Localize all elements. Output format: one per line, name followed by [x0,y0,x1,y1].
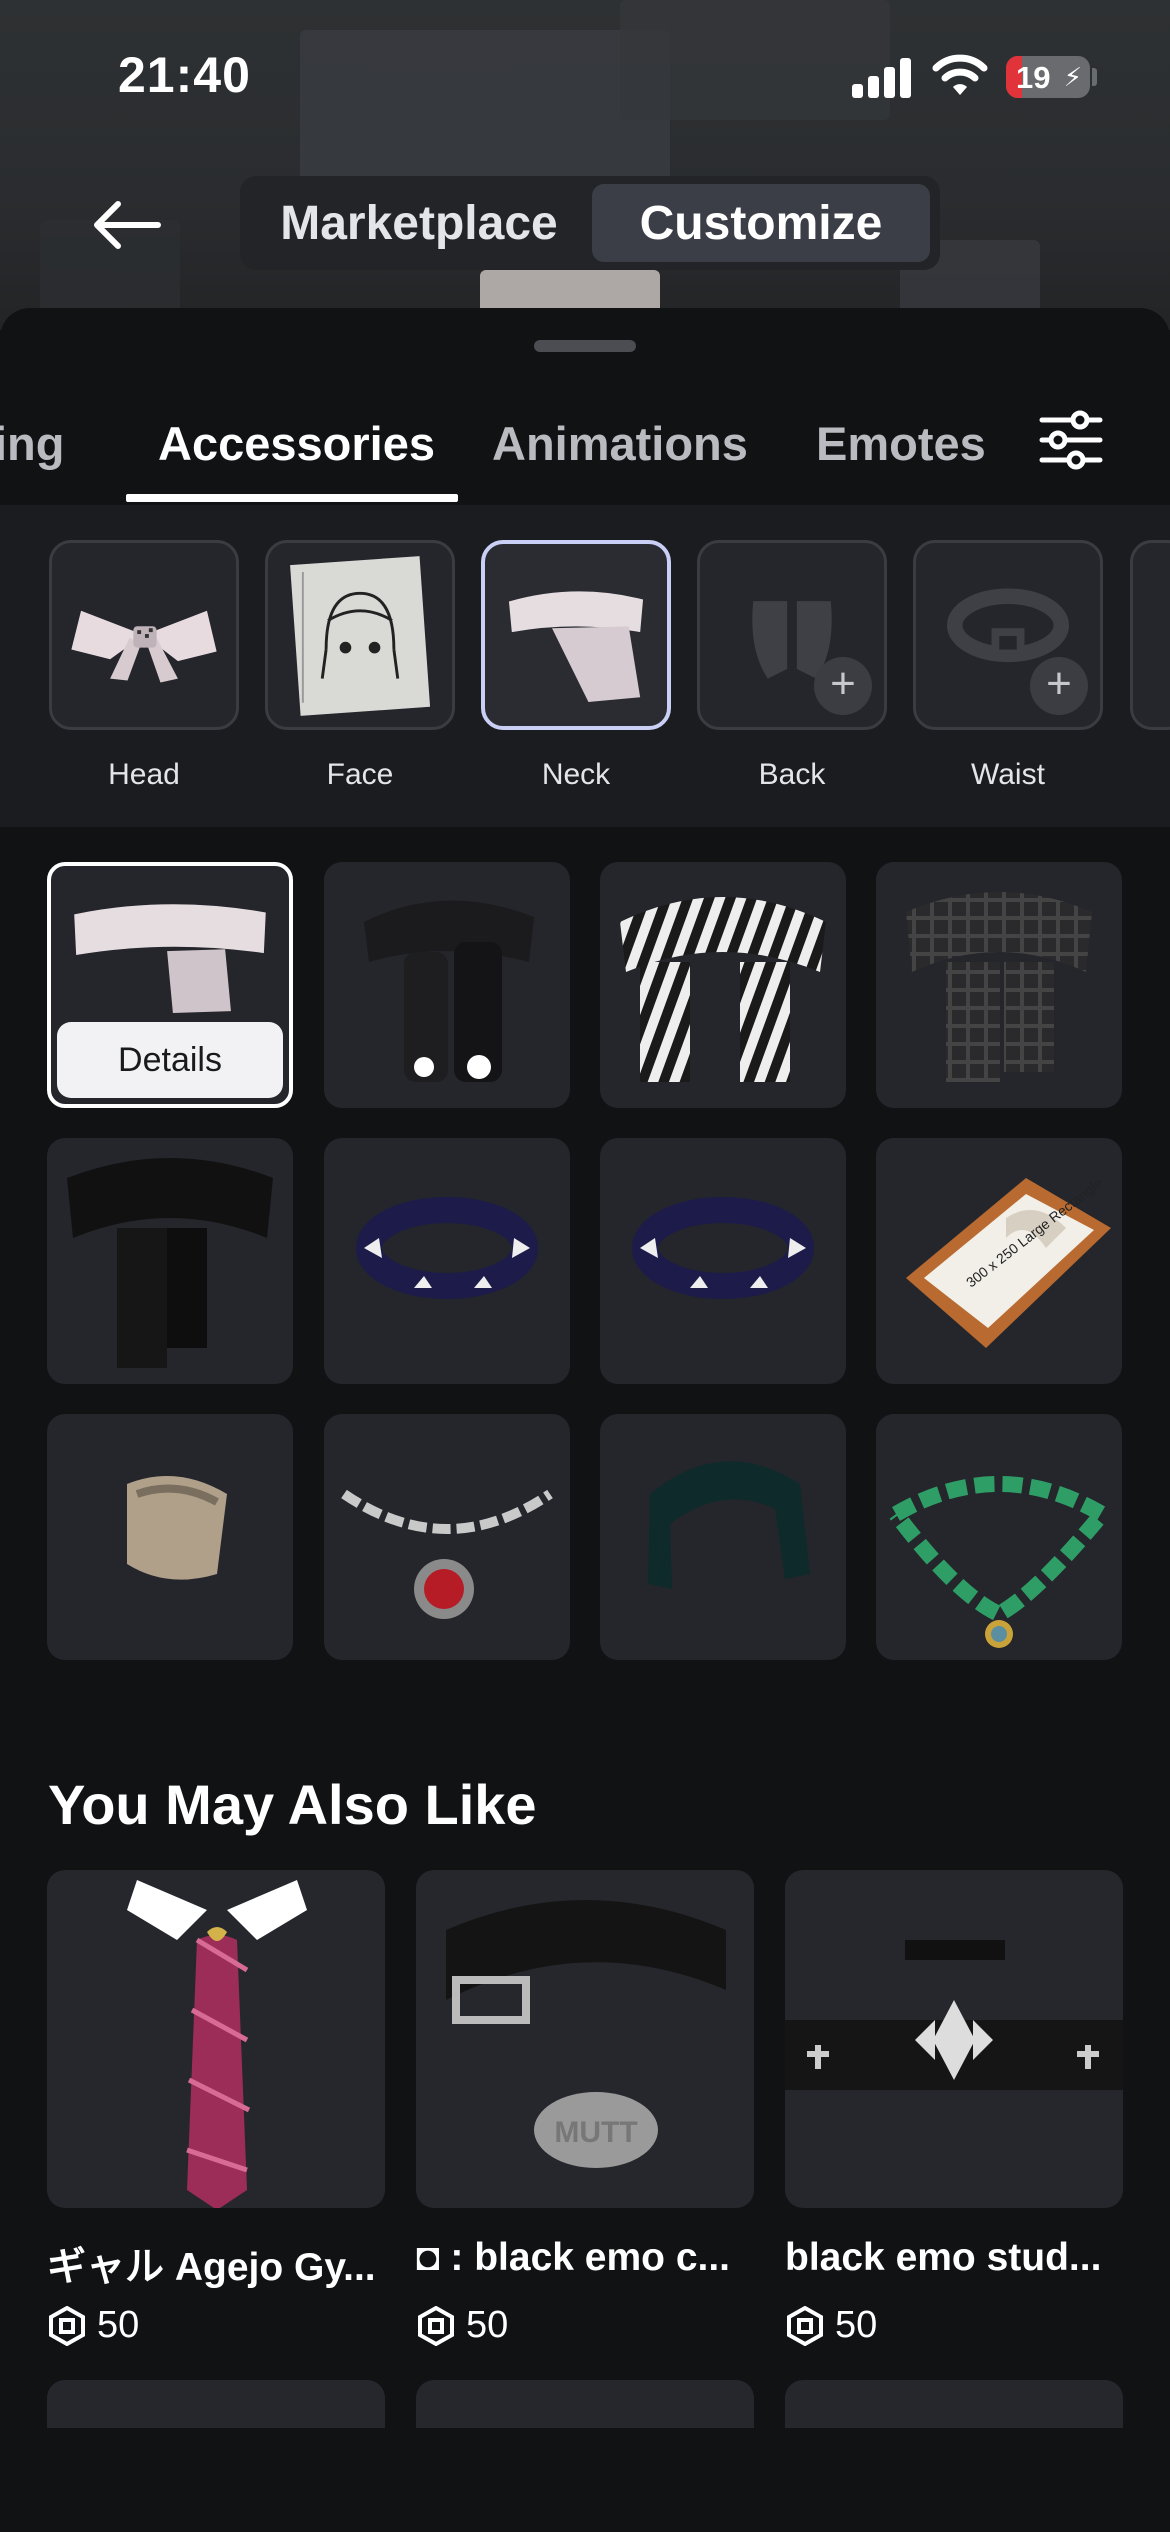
item-thumbnail [620,897,826,1082]
slot-label-face: Face [326,758,394,791]
segment-marketplace[interactable]: Marketplace [250,184,588,262]
neck-sleeve-icon [508,591,644,703]
sheet-drag-handle[interactable] [534,340,636,352]
tab-clothing-partial[interactable]: ing [0,416,64,471]
rec-price: 50 [416,2304,508,2347]
slot-face[interactable] [265,540,455,730]
item-thumbnail [356,1197,538,1299]
status-time: 21:40 [118,47,251,103]
rec-price-value: 50 [835,2304,878,2346]
add-plus-icon: + [1030,657,1088,715]
item-thumbnail [906,892,1092,1082]
rec-name[interactable]: black emo stud... [785,2236,1125,2280]
slot-head[interactable] [49,540,239,730]
item-large-rectangle-frame[interactable]: 300 x 250 Large Rectangle [876,1138,1122,1384]
bottom-safe-area [0,2428,1170,2532]
rec-price-value: 50 [97,2304,140,2346]
robux-icon [787,2305,823,2346]
slot-waist[interactable]: + [913,540,1103,730]
add-plus-icon: + [814,657,872,715]
rec-item-emo-collar[interactable]: MUTT [416,1870,754,2208]
status-bar: 21:40 19 ⚡ [0,0,1170,150]
cellular-signal-icon [852,58,914,98]
tab-emotes[interactable]: Emotes [816,416,986,471]
charging-bolt-icon: ⚡ [1063,62,1082,92]
rec-price: 50 [47,2304,139,2347]
item-chain-necklace[interactable] [324,1414,570,1660]
item-thumbnail [67,1158,273,1368]
mode-segmented-control: Marketplace Customize [240,176,940,270]
slot-next-partial[interactable] [1130,540,1170,730]
slot-label-neck: Neck [541,758,611,791]
slot-neck[interactable] [481,540,671,730]
item-thumbnail: MUTT [446,1900,726,2168]
active-tab-indicator [126,494,458,502]
bow-accessory-icon [71,610,217,683]
slot-label-head: Head [108,758,180,791]
item-thumbnail [341,1489,553,1619]
rec-name[interactable]: ギャル Agejo Gy... [47,2236,387,2292]
item-thumbnail [632,1197,814,1299]
slot-back[interactable]: + [697,540,887,730]
item-thumbnail [785,1940,1123,2090]
item-thumbnail [648,1461,810,1589]
item-thumbnail [889,1476,1115,1648]
item-thumbnail [127,1880,307,2208]
rec-name-text: : black emo c... [450,2236,731,2279]
rec-item-tie[interactable] [47,1870,385,2208]
item-beige-neck-wrap[interactable] [47,1414,293,1660]
section-title-you-may-also-like: You May Also Like [48,1773,537,1836]
rec-price: 50 [785,2304,877,2347]
back-arrow-icon[interactable] [88,190,168,260]
item-black-paw-scarf[interactable] [324,862,570,1108]
item-spiked-collar[interactable] [324,1138,570,1384]
sketch-face-icon [290,556,431,716]
segment-customize[interactable]: Customize [592,184,930,262]
slot-label-back: Back [758,758,826,791]
battery-cap [1092,68,1097,86]
item-thumbnail [127,1476,227,1580]
filter-sliders-icon[interactable] [1038,410,1104,470]
item-striped-scarf[interactable] [600,862,846,1108]
robux-icon [49,2305,85,2346]
item-neck-sleeve[interactable]: Details [47,862,293,1108]
robux-icon [418,2305,454,2346]
rec-name[interactable]: ◘ : black emo c... [416,2236,756,2280]
item-black-scarf[interactable] [47,1138,293,1384]
tag-text: MUTT [554,2116,637,2149]
item-teal-neck-wrap[interactable] [600,1414,846,1660]
item-spiked-collar-2[interactable] [600,1138,846,1384]
slot-label-waist: Waist [971,758,1045,791]
category-tabs: ing Accessories Animations Emotes [0,380,1170,500]
item-thumbnail: 300 x 250 Large Rectangle [906,1174,1111,1348]
details-button[interactable]: Details [57,1022,283,1098]
battery-percentage: 19 [1016,60,1051,95]
wifi-icon [932,54,988,95]
rec-item-emo-studs[interactable] [785,1870,1123,2208]
item-thumbnail [364,900,534,1082]
rec-name-icon: ◘ [416,2236,440,2279]
rec-price-value: 50 [466,2304,509,2346]
item-green-bead-necklace[interactable] [876,1414,1122,1660]
tab-accessories[interactable]: Accessories [158,416,435,471]
battery-icon: 19 ⚡ [1006,56,1090,98]
item-plaid-scarf[interactable] [876,862,1122,1108]
tab-animations[interactable]: Animations [492,416,748,471]
